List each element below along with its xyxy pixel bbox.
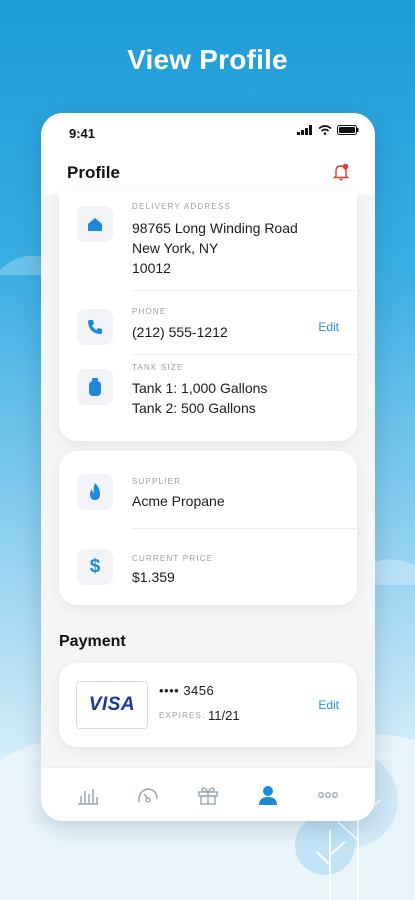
delivery-address-row: DELIVERY ADDRESS 98765 Long Winding Road… [59, 191, 357, 291]
nav-more[interactable] [315, 782, 341, 808]
battery-icon [337, 125, 359, 135]
notification-bell-icon[interactable] [331, 162, 351, 182]
phone-value: (212) 555-1212 [132, 324, 228, 340]
price-label: CURRENT PRICE [132, 554, 214, 563]
supplier-card: SUPPLIER Acme Propane $ CURRENT PRICE $1… [59, 451, 357, 605]
visa-logo-text: VISA [88, 694, 136, 715]
gauge-icon [138, 788, 158, 803]
nav-rewards[interactable] [195, 782, 221, 808]
edit-phone-button[interactable]: Edit [318, 320, 339, 334]
nav-profile[interactable] [255, 782, 281, 808]
tank-icon-box [77, 369, 113, 405]
wifi-icon [318, 125, 332, 135]
current-price-row: $ CURRENT PRICE $1.359 [59, 529, 357, 605]
phone-label: PHONE [132, 307, 167, 316]
tank-label: TANK SIZE [132, 363, 184, 372]
card-brand-logo: VISA [76, 681, 148, 729]
app-header: Profile [41, 149, 375, 195]
account-details-card: DELIVERY ADDRESS 98765 Long Winding Road… [59, 191, 357, 441]
payment-card: VISA •••• 3456 EXPIRES: 11/21 Edit [59, 663, 357, 747]
expires-label: EXPIRES: [159, 711, 206, 720]
status-bar: 9:41 [41, 113, 375, 149]
nav-usage[interactable] [75, 782, 101, 808]
more-icon [318, 792, 338, 798]
dollar-icon: $ [89, 556, 101, 577]
flame-icon [90, 483, 100, 500]
supplier-value: Acme Propane [132, 493, 225, 509]
tank-line-2: Tank 2: 500 Gallons [132, 400, 256, 416]
flame-icon-box [77, 474, 113, 510]
gift-icon [198, 787, 218, 805]
supplier-label: SUPPLIER [132, 477, 182, 486]
dollar-icon-box: $ [77, 549, 113, 585]
page-title: Profile [67, 163, 120, 182]
phone-frame: 9:41 Profile DELIVERY ADDRESS 98765 Long… [41, 113, 375, 821]
price-value: $1.359 [132, 569, 175, 585]
bottom-nav [41, 767, 375, 821]
hero-title: View Profile [127, 44, 288, 75]
masked-card-number: •••• 3456 [159, 683, 215, 698]
address-line-1: 98765 Long Winding Road [132, 220, 298, 236]
edit-payment-button[interactable]: Edit [318, 698, 339, 712]
status-time: 9:41 [69, 126, 96, 141]
home-icon [88, 218, 102, 231]
status-icons [297, 125, 359, 135]
payment-section-title: Payment [59, 633, 126, 650]
propane-tank-icon [89, 378, 101, 396]
nav-gauge[interactable] [135, 782, 161, 808]
phone-icon [88, 320, 102, 334]
tank-line-1: Tank 1: 1,000 Gallons [132, 380, 268, 396]
phone-row: PHONE (212) 555-1212 Edit [59, 291, 357, 355]
phone-icon-box [77, 309, 113, 345]
profile-icon [259, 786, 277, 805]
address-line-2: New York, NY [132, 240, 219, 256]
usage-icon [78, 789, 98, 805]
expires-value: 11/21 [208, 708, 240, 723]
signal-icon [297, 125, 312, 135]
address-label: DELIVERY ADDRESS [132, 202, 231, 211]
address-line-3: 10012 [132, 260, 171, 276]
home-icon-box [77, 206, 113, 242]
tank-size-row: TANK SIZE Tank 1: 1,000 Gallons Tank 2: … [59, 355, 357, 441]
supplier-row: SUPPLIER Acme Propane [59, 451, 357, 528]
